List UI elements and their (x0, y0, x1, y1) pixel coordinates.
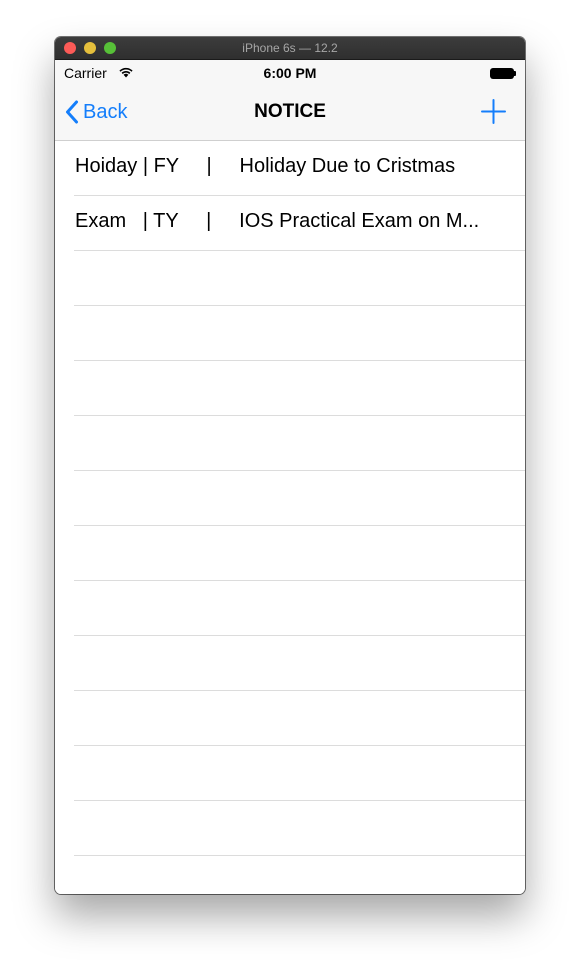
window-title: iPhone 6s — 12.2 (242, 41, 338, 55)
empty-row (55, 691, 525, 746)
notice-row-text: Hoiday | FY | Holiday Due to Cristmas (75, 155, 456, 177)
battery-icon (490, 68, 516, 79)
notice-row[interactable]: Hoiday | FY | Holiday Due to Cristmas (55, 141, 525, 196)
empty-row (55, 636, 525, 691)
navigation-bar: Back NOTICE (55, 85, 525, 141)
empty-row (55, 471, 525, 526)
empty-row (55, 856, 525, 894)
notice-row[interactable]: Exam | TY | IOS Practical Exam on M... (55, 196, 525, 251)
notice-row-text: Exam | TY | IOS Practical Exam on M... (75, 210, 480, 232)
empty-row (55, 361, 525, 416)
page-title: NOTICE (254, 101, 326, 122)
empty-row (55, 251, 525, 306)
plus-icon[interactable] (481, 99, 506, 124)
status-time: 6:00 PM (263, 65, 317, 81)
empty-row (55, 746, 525, 801)
empty-row (55, 416, 525, 471)
simulator-window: iPhone 6s — 12.2 Carrier 6:00 PM Back NO… (55, 37, 525, 894)
empty-row (55, 306, 525, 361)
device-screen: Carrier 6:00 PM Back NOTICE Hoiday | FY … (55, 60, 525, 894)
notice-list[interactable]: Hoiday | FY | Holiday Due to Cristmas Ex… (55, 141, 525, 894)
status-bar: Carrier 6:00 PM (55, 60, 525, 85)
empty-row (55, 526, 525, 581)
empty-row (55, 801, 525, 856)
empty-row (55, 581, 525, 636)
window-titlebar[interactable]: iPhone 6s — 12.2 (55, 37, 525, 60)
